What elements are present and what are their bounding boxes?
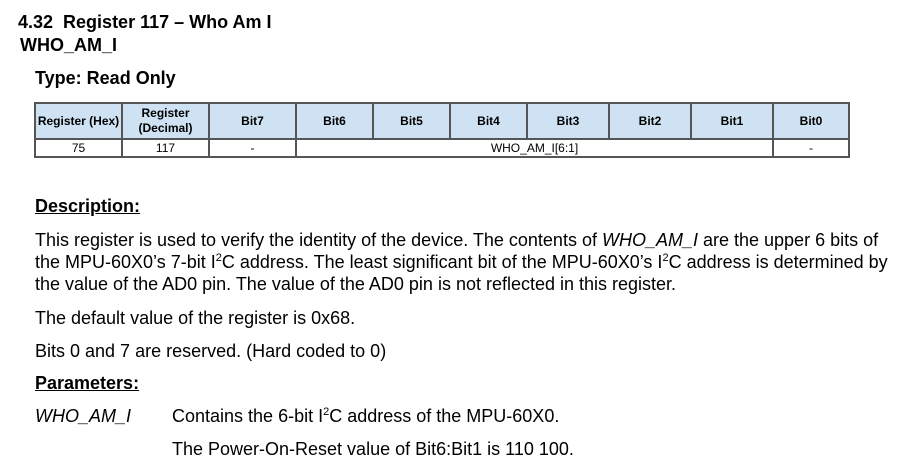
parameters-heading: Parameters:	[35, 373, 140, 393]
section-heading: Register 117 – Who Am I	[63, 12, 272, 32]
register-type: Type: Read Only	[35, 68, 176, 88]
description-heading: Description:	[35, 196, 141, 216]
cell-bit7: -	[208, 138, 297, 158]
description-paragraph-1: This register is used to verify the iden…	[35, 230, 888, 294]
header-bit1: Bit1	[690, 102, 774, 140]
section-number: 4.32	[18, 12, 54, 32]
register-table: Register (Hex) Register (Decimal) Bit7 B…	[34, 102, 850, 158]
header-bit3: Bit3	[526, 102, 610, 140]
header-register-hex: Register (Hex)	[34, 102, 123, 140]
header-bit6: Bit6	[295, 102, 374, 140]
cell-hex: 75	[34, 138, 123, 158]
header-bit4: Bit4	[449, 102, 528, 140]
parameter-description-1: Contains the 6-bit I2C address of the MP…	[172, 406, 560, 426]
parameter-name: WHO_AM_I	[35, 406, 132, 426]
cell-decimal: 117	[121, 138, 210, 158]
table-header-row: Register (Hex) Register (Decimal) Bit7 B…	[34, 102, 850, 140]
description-paragraph-2: The default value of the register is 0x6…	[35, 308, 356, 328]
parameter-description-2: The Power-On-Reset value of Bit6:Bit1 is…	[172, 439, 574, 459]
register-name: WHO_AM_I	[20, 35, 118, 55]
cell-who-am-i-field: WHO_AM_I[6:1]	[295, 138, 774, 158]
header-bit0: Bit0	[772, 102, 850, 140]
description-paragraph-3: Bits 0 and 7 are reserved. (Hard coded t…	[35, 341, 387, 361]
header-bit2: Bit2	[608, 102, 692, 140]
who-am-i-term: WHO_AM_I	[601, 230, 698, 250]
header-bit7: Bit7	[208, 102, 297, 140]
section-title: 4.32 Register 117 – Who Am I	[18, 12, 271, 33]
header-bit5: Bit5	[372, 102, 451, 140]
cell-bit0: -	[772, 138, 850, 158]
table-row: 75 117 - WHO_AM_I[6:1] -	[34, 138, 850, 158]
header-register-decimal: Register (Decimal)	[121, 102, 210, 140]
